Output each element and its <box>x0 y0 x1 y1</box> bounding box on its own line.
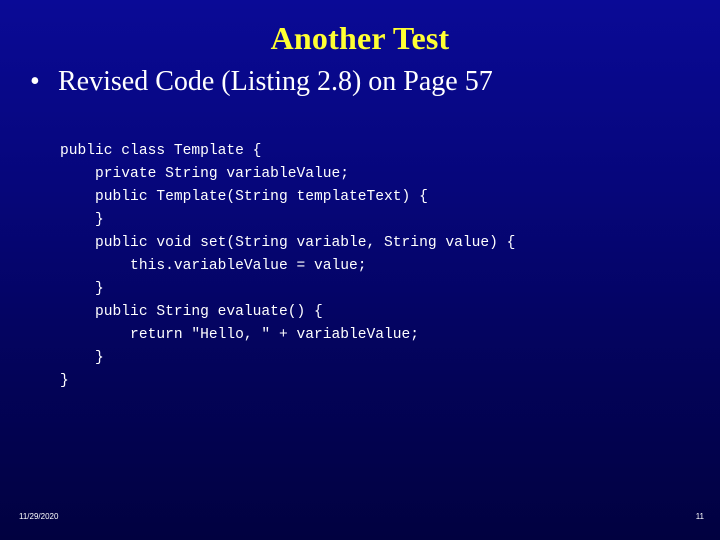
page-number: 11 <box>695 512 704 521</box>
code-line: public String evaluate() { <box>60 304 323 320</box>
bullet-item: • Revised Code (Listing 2.8) on Page 57 <box>30 66 493 98</box>
code-line: } <box>60 373 69 389</box>
code-line: public Template(String templateText) { <box>60 189 428 205</box>
code-line: public class Template { <box>60 143 262 159</box>
code-line: } <box>60 212 104 228</box>
bullet-icon: • <box>30 66 40 97</box>
slide-title: Another Test <box>270 20 450 56</box>
footer-date: 11/29/2020 <box>19 512 59 521</box>
code-line: this.variableValue = value; <box>60 258 367 274</box>
code-line: public void set(String variable, String … <box>60 235 516 251</box>
code-line: return "Hello, " + variableValue; <box>60 327 420 343</box>
code-line: } <box>60 350 104 366</box>
code-listing: public class Template { private String v… <box>60 140 515 393</box>
code-line: private String variableValue; <box>60 166 350 182</box>
code-line: } <box>60 281 104 297</box>
bullet-text: Revised Code (Listing 2.8) on Page 57 <box>58 66 493 97</box>
